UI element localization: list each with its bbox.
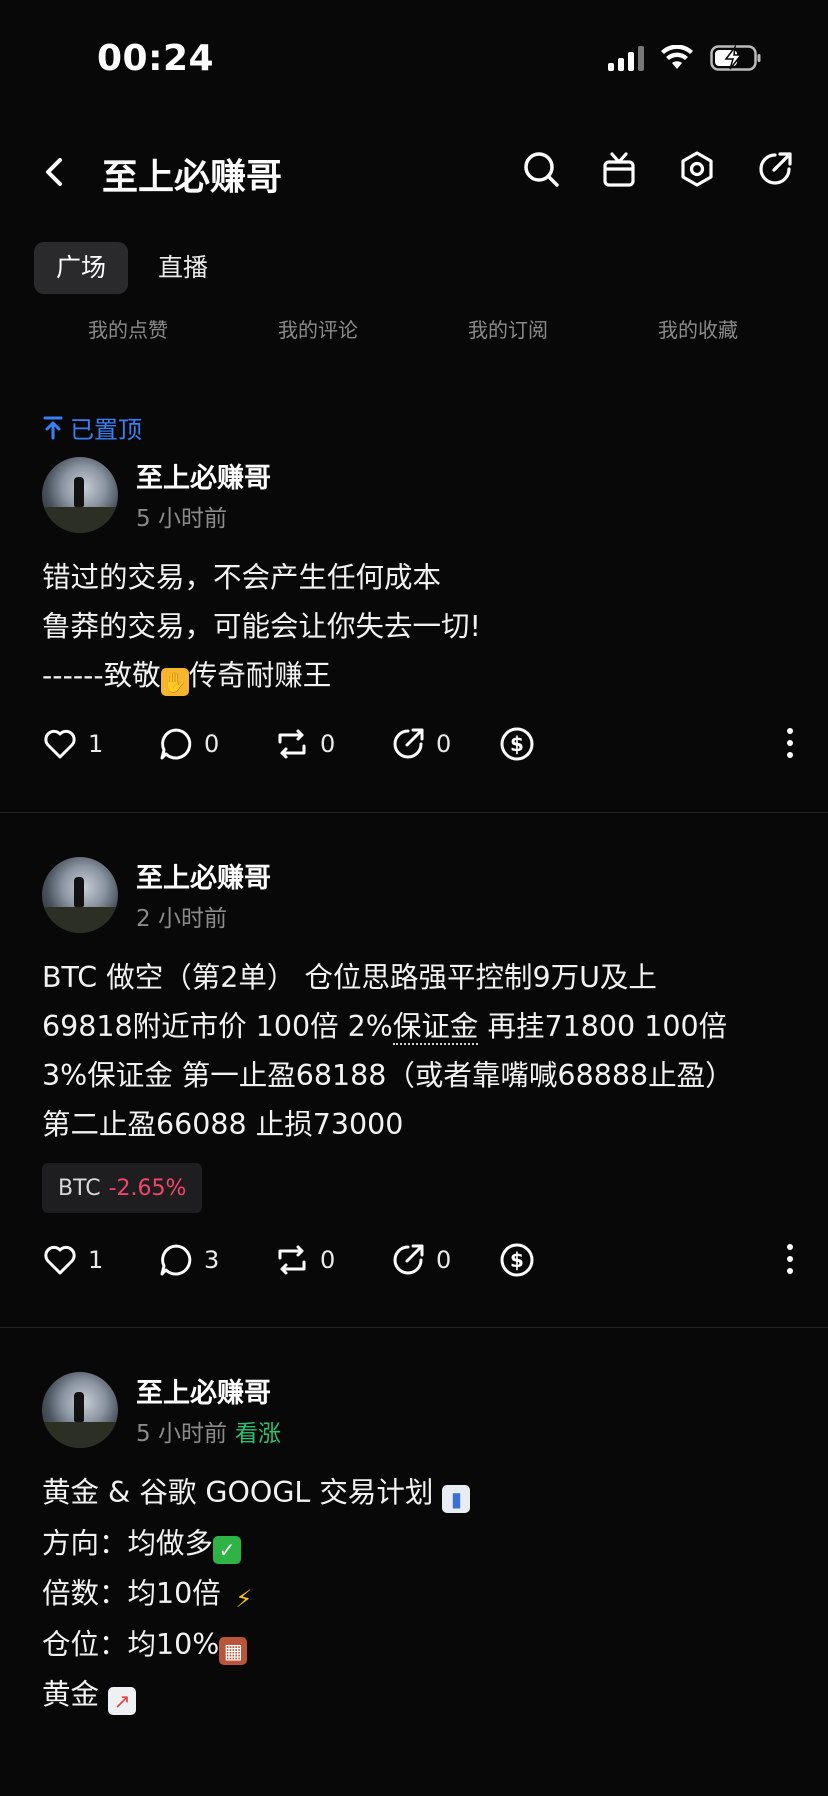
- sentiment-badge: 看涨: [234, 1421, 281, 1447]
- share-icon: [393, 1244, 424, 1275]
- content-line: 倍数：均10倍 ⚡: [42, 1569, 802, 1620]
- post-card[interactable]: 至上必赚哥 2 小时前 BTC 做空（第2单） 仓位思路强平控制9万U及上 69…: [0, 812, 828, 1327]
- share-button[interactable]: 0: [390, 1242, 451, 1278]
- my-subscriptions-link[interactable]: 我的订阅: [413, 314, 603, 343]
- my-likes-link[interactable]: 我的点赞: [33, 314, 223, 343]
- post-card[interactable]: 至上必赚哥 5 小时前 看涨 黄金 & 谷歌 GOOGL 交易计划 ▮ 方向：均做…: [0, 1327, 828, 1796]
- like-button[interactable]: 1: [42, 726, 103, 762]
- repost-button[interactable]: 0: [274, 1242, 335, 1278]
- pinned-label: 已置顶: [70, 416, 142, 444]
- tab-bar: 广场 直播: [34, 242, 230, 294]
- share-count: 0: [436, 730, 452, 758]
- status-icons: [608, 44, 762, 72]
- more-options-icon[interactable]: [786, 728, 794, 764]
- pinned-badge: 已置顶: [42, 410, 142, 445]
- author-name[interactable]: 至上必赚哥: [136, 1371, 271, 1410]
- svg-text:$: $: [510, 732, 524, 756]
- avatar[interactable]: [42, 857, 118, 933]
- cellular-signal-icon: [608, 45, 644, 71]
- ticker-symbol: BTC: [58, 1175, 101, 1201]
- author-name[interactable]: 至上必赚哥: [136, 456, 271, 495]
- post-actions: 1 0 0 0 $: [42, 726, 794, 766]
- post-actions: 1 3 0 0 $: [42, 1242, 794, 1282]
- content-line: 错过的交易，不会产生任何成本: [42, 561, 442, 594]
- author-name[interactable]: 至上必赚哥: [136, 856, 271, 895]
- content-line: 黄金 ↗: [42, 1670, 802, 1721]
- wifi-icon: [661, 45, 693, 69]
- more-options-icon[interactable]: [786, 1244, 794, 1280]
- ticker-tag[interactable]: BTC -2.65%: [42, 1163, 203, 1213]
- post-content[interactable]: 错过的交易，不会产生任何成本 鲁莽的交易，可能会让你失去一切! ------致敬…: [42, 553, 802, 700]
- content-line: 3%保证金 第一止盈68188（或者靠嘴喊68888止盈）: [42, 1059, 734, 1092]
- bricks-emoji-icon: ▦: [219, 1636, 248, 1665]
- content-line: 黄金 & 谷歌 GOOGL 交易计划 ▮: [42, 1468, 802, 1519]
- back-arrow-icon[interactable]: [36, 152, 72, 192]
- ticker-change: -2.65%: [108, 1175, 187, 1201]
- bar-chart-emoji-icon: ▮: [442, 1485, 471, 1513]
- chart-increasing-emoji-icon: ↗: [108, 1687, 137, 1715]
- gift-icon[interactable]: [600, 150, 638, 188]
- dollar-coin-icon: $: [500, 1243, 534, 1277]
- content-line: 69818附近市价 100倍 2%保证金 再挂71800 100倍: [42, 1010, 728, 1045]
- avatar[interactable]: [42, 1372, 118, 1448]
- comment-icon: [160, 1244, 192, 1276]
- tab-plaza[interactable]: 广场: [34, 242, 129, 294]
- post-time: 5 小时前 看涨: [136, 1421, 281, 1447]
- repost-icon: [278, 729, 306, 759]
- my-comments-link[interactable]: 我的评论: [223, 314, 413, 343]
- post-content[interactable]: 黄金 & 谷歌 GOOGL 交易计划 ▮ 方向：均做多 ✓ 倍数：均10倍 ⚡ 仓…: [42, 1468, 802, 1721]
- comment-button[interactable]: 0: [158, 726, 219, 762]
- dollar-coin-icon: $: [500, 727, 534, 761]
- nav-actions: [522, 150, 794, 188]
- repost-icon: [278, 1245, 306, 1275]
- repost-count: 0: [320, 730, 336, 758]
- like-button[interactable]: 1: [42, 1242, 103, 1278]
- heart-icon: [44, 729, 76, 759]
- salute-emoji-icon: ✋: [160, 668, 189, 696]
- tip-button[interactable]: $: [499, 1242, 535, 1278]
- comment-count: 3: [204, 1246, 220, 1274]
- like-count: 1: [88, 1246, 104, 1274]
- repost-count: 0: [320, 1246, 336, 1274]
- share-button[interactable]: 0: [390, 726, 451, 762]
- svg-text:$: $: [510, 1248, 524, 1272]
- repost-button[interactable]: 0: [274, 726, 335, 762]
- margin-term-link[interactable]: 保证金: [392, 1010, 479, 1045]
- comment-count: 0: [204, 730, 220, 758]
- content-line: 仓位：均10% ▦: [42, 1620, 802, 1671]
- post-time: 5 小时前: [136, 506, 227, 532]
- share-count: 0: [436, 1246, 452, 1274]
- content-line: BTC 做空（第2单） 仓位思路强平控制9万U及上: [42, 961, 657, 994]
- content-line: 鲁莽的交易，可能会让你失去一切!: [42, 610, 481, 643]
- comment-button[interactable]: 3: [158, 1242, 219, 1278]
- check-mark-emoji-icon: ✓: [213, 1535, 242, 1564]
- heart-icon: [44, 1245, 76, 1275]
- status-time: 00:24: [97, 38, 215, 79]
- post-time: 2 小时前: [136, 906, 227, 932]
- status-bar: 00:24: [0, 0, 828, 110]
- share-icon[interactable]: [756, 150, 794, 188]
- share-icon: [393, 728, 424, 759]
- nav-bar: 至上必赚哥: [0, 130, 828, 214]
- tab-live[interactable]: 直播: [136, 242, 230, 294]
- comment-icon: [160, 728, 192, 760]
- content-line: ------致敬✋传奇耐赚王: [42, 659, 332, 696]
- quick-links: 我的点赞 我的评论 我的订阅 我的收藏: [0, 314, 828, 343]
- tip-button[interactable]: $: [499, 726, 535, 762]
- post-content[interactable]: BTC 做空（第2单） 仓位思路强平控制9万U及上 69818附近市价 100倍…: [42, 953, 802, 1149]
- my-favorites-link[interactable]: 我的收藏: [603, 314, 793, 343]
- settings-icon[interactable]: [678, 150, 716, 188]
- like-count: 1: [88, 730, 104, 758]
- search-icon[interactable]: [522, 150, 560, 188]
- pin-top-icon: [43, 416, 63, 439]
- avatar[interactable]: [42, 457, 118, 533]
- battery-charging-icon: [710, 44, 761, 71]
- page-title: 至上必赚哥: [102, 157, 283, 198]
- content-line: 第二止盈66088 止损73000: [42, 1108, 404, 1141]
- lightning-emoji-icon: ⚡: [235, 1585, 253, 1613]
- content-line: 方向：均做多 ✓: [42, 1519, 802, 1570]
- post-card[interactable]: 已置顶 至上必赚哥 5 小时前 错过的交易，不会产生任何成本 鲁莽的交易，可能会…: [0, 410, 828, 810]
